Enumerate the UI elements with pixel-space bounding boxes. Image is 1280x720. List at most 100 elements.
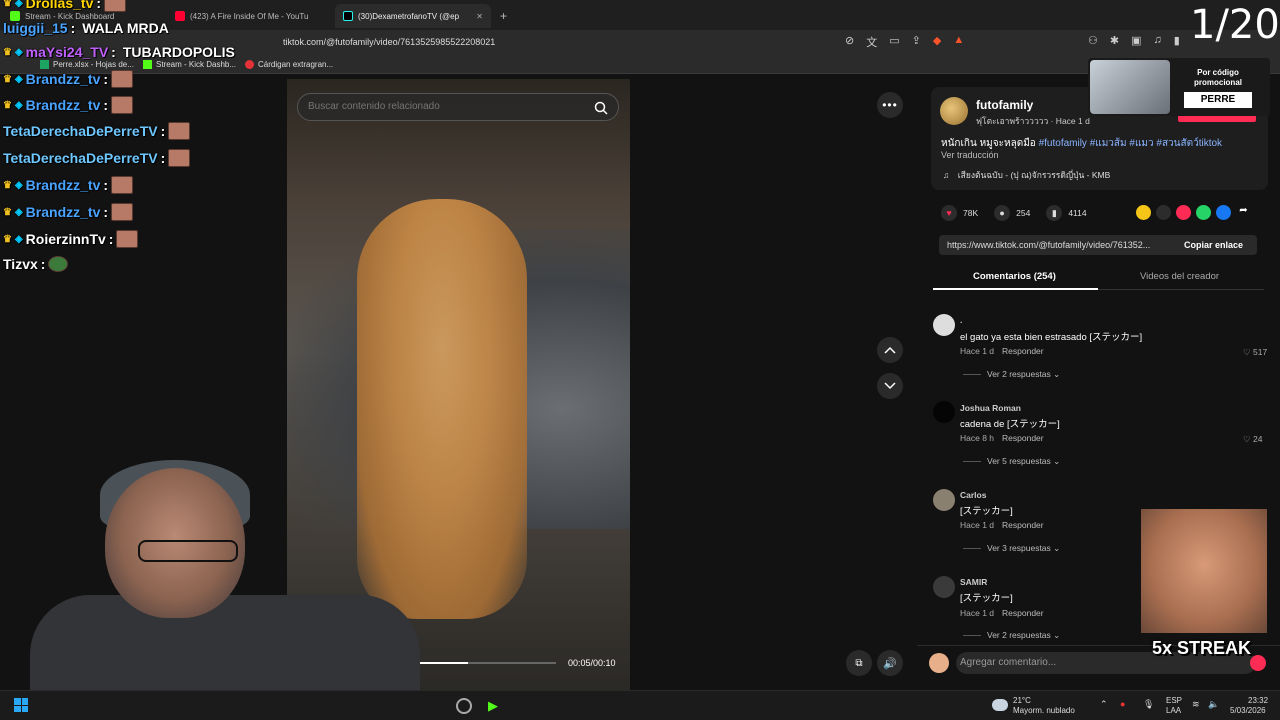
- bookmark-cardigan[interactable]: Cárdigan extragran...: [245, 60, 333, 69]
- sidebar-icon[interactable]: ▮: [1174, 34, 1180, 47]
- comment-count: 254: [1016, 208, 1031, 218]
- share-arrow-icon[interactable]: ➦: [1236, 205, 1251, 220]
- comment-avatar[interactable]: [933, 314, 955, 336]
- chat-username[interactable]: Brandzz_tv: [26, 71, 101, 87]
- chat-username[interactable]: Drollas_tv: [26, 0, 94, 11]
- volume-button[interactable]: 🔊: [877, 650, 903, 676]
- obs-icon[interactable]: [456, 698, 472, 714]
- tab-tiktok[interactable]: (30)DexametrofanoTV (@ep ✕: [335, 4, 491, 28]
- author-avatar[interactable]: [940, 97, 968, 125]
- comment-avatar[interactable]: [933, 576, 955, 598]
- next-video-button[interactable]: [877, 373, 903, 399]
- tab-creator-videos[interactable]: Videos del creador: [1140, 271, 1219, 282]
- caption-hashtags[interactable]: #futofamily #แมวส้ม #แมว #สวนสัตว์tiktok: [1039, 138, 1222, 149]
- comment-username[interactable]: .: [960, 315, 962, 325]
- send-icon[interactable]: [1176, 205, 1191, 220]
- comment-like[interactable]: ♡ 517: [1243, 347, 1267, 358]
- tray-expand-icon[interactable]: ⌃: [1100, 699, 1108, 710]
- weather-temp[interactable]: 21°C: [1013, 696, 1031, 705]
- like-button[interactable]: ♥ 78K: [941, 205, 978, 221]
- video-link[interactable]: https://www.tiktok.com/@futofamily/video…: [947, 240, 1172, 250]
- view-replies-button[interactable]: Ver 2 respuestas ⌄: [963, 630, 1060, 641]
- close-tab-icon[interactable]: ✕: [476, 12, 483, 21]
- coin-share-icon[interactable]: [1136, 205, 1151, 220]
- reply-button[interactable]: Responder: [1002, 433, 1044, 443]
- chat-username[interactable]: RoierzinnTv: [26, 231, 106, 247]
- previous-video-button[interactable]: [877, 337, 903, 363]
- save-button[interactable]: ▮ 4114: [1046, 205, 1087, 221]
- chat-username[interactable]: Brandzz_tv: [26, 177, 101, 193]
- clock-time[interactable]: 23:32: [1248, 696, 1268, 705]
- translate-icon[interactable]: 文: [866, 34, 877, 50]
- facebook-icon[interactable]: [1216, 205, 1231, 220]
- speaker-icon[interactable]: 🔈: [1208, 699, 1219, 710]
- chat-separator: :: [160, 123, 166, 139]
- url-field[interactable]: tiktok.com/@futofamily/video/76135259855…: [283, 37, 495, 47]
- reply-button[interactable]: Responder: [1002, 520, 1044, 530]
- chat-separator: :: [108, 231, 114, 247]
- comment-icon: ●: [994, 205, 1011, 221]
- crown-badge-icon: ♛: [3, 206, 12, 218]
- tray-app-icon[interactable]: ●: [1120, 699, 1125, 709]
- bookmark-kick[interactable]: Stream - Kick Dashb...: [143, 60, 236, 69]
- chat-username[interactable]: TetaDerechaDePerreTV: [3, 150, 158, 166]
- tab-youtube[interactable]: (423) A Fire Inside Of Me - YouTu: [175, 6, 325, 26]
- kick-taskbar-icon[interactable]: ▶: [488, 698, 498, 714]
- brave-rewards-icon[interactable]: ▲: [953, 34, 964, 50]
- comment-username[interactable]: SAMIR: [960, 577, 987, 587]
- new-tab-button[interactable]: +: [500, 6, 507, 26]
- chat-username[interactable]: TetaDerechaDePerreTV: [3, 123, 158, 139]
- chat-username[interactable]: Tizvx: [3, 256, 38, 272]
- video-cat: [357, 199, 527, 619]
- translate-link[interactable]: Ver traducción: [941, 150, 999, 160]
- music-icon[interactable]: ♫: [1154, 34, 1162, 47]
- embed-icon[interactable]: [1156, 205, 1171, 220]
- comment-button[interactable]: ● 254: [994, 205, 1030, 221]
- brave-shield-icon[interactable]: ◆: [933, 34, 941, 50]
- comment-meta: Hace 1 d Responder: [960, 520, 1044, 530]
- microphone-icon[interactable]: 🎙: [1143, 699, 1154, 710]
- stream-counter: 1/20: [1190, 2, 1280, 48]
- tab-comments[interactable]: Comentarios (254): [973, 271, 1056, 282]
- search-button[interactable]: [590, 97, 612, 119]
- view-replies-button[interactable]: Ver 5 respuestas ⌄: [963, 456, 1060, 467]
- mini-player-button[interactable]: ⧉: [846, 650, 872, 676]
- chat-username[interactable]: luiggii_15: [3, 20, 68, 36]
- extension-icon[interactable]: ⚇: [1088, 34, 1098, 47]
- weather-desc[interactable]: Mayorm. nublado: [1013, 706, 1075, 715]
- bookmark-perre[interactable]: Perre.xlsx - Hojas de...: [40, 60, 134, 69]
- windows-start-icon[interactable]: [14, 698, 28, 712]
- related-search-input[interactable]: [308, 101, 568, 112]
- save-count: 4114: [1068, 208, 1087, 218]
- chat-username[interactable]: maYsi24_TV: [26, 44, 109, 60]
- chat-emote-icon: [111, 176, 134, 194]
- chevron-up-icon: [884, 346, 896, 354]
- chat-username[interactable]: Brandzz_tv: [26, 97, 101, 113]
- whatsapp-icon[interactable]: [1196, 205, 1211, 220]
- puzzle-icon[interactable]: ✱: [1110, 34, 1119, 47]
- view-replies-button[interactable]: Ver 3 respuestas ⌄: [963, 543, 1060, 554]
- clock-date[interactable]: 5/03/2026: [1230, 706, 1266, 715]
- author-name[interactable]: futofamily: [976, 98, 1033, 112]
- view-replies-button[interactable]: Ver 2 respuestas ⌄: [963, 369, 1060, 380]
- more-options-button[interactable]: •••: [877, 92, 903, 118]
- cast-icon[interactable]: ▭: [889, 34, 899, 50]
- comment-username[interactable]: Carlos: [960, 490, 986, 500]
- comment-username[interactable]: Joshua Roman: [960, 403, 1021, 413]
- comment-avatar[interactable]: [933, 489, 955, 511]
- reply-button[interactable]: Responder: [1002, 608, 1044, 618]
- copy-link-button[interactable]: Copiar enlace: [1184, 240, 1243, 250]
- input-language[interactable]: ESP: [1166, 696, 1182, 705]
- chat-username[interactable]: Brandzz_tv: [26, 204, 101, 220]
- comment-like[interactable]: ♡ 24: [1243, 434, 1262, 445]
- reply-button[interactable]: Responder: [1002, 346, 1044, 356]
- comment-avatar[interactable]: [933, 401, 955, 423]
- reader-mode-icon[interactable]: ⊘: [845, 34, 854, 50]
- share-icon[interactable]: ⇪: [912, 34, 921, 50]
- wifi-icon[interactable]: ≋: [1192, 699, 1200, 710]
- screenshot-icon[interactable]: ▣: [1131, 34, 1141, 47]
- input-layout[interactable]: LAA: [1166, 706, 1181, 715]
- address-bar-icons: ⊘ 文 ▭ ⇪ ◆ ▲: [845, 34, 964, 50]
- send-comment-button[interactable]: [1250, 655, 1266, 671]
- music-link[interactable]: ♫ เสียงต้นฉบับ - (ปุ ณ)จักรวรรดิญี่ปุ่น …: [943, 168, 1110, 182]
